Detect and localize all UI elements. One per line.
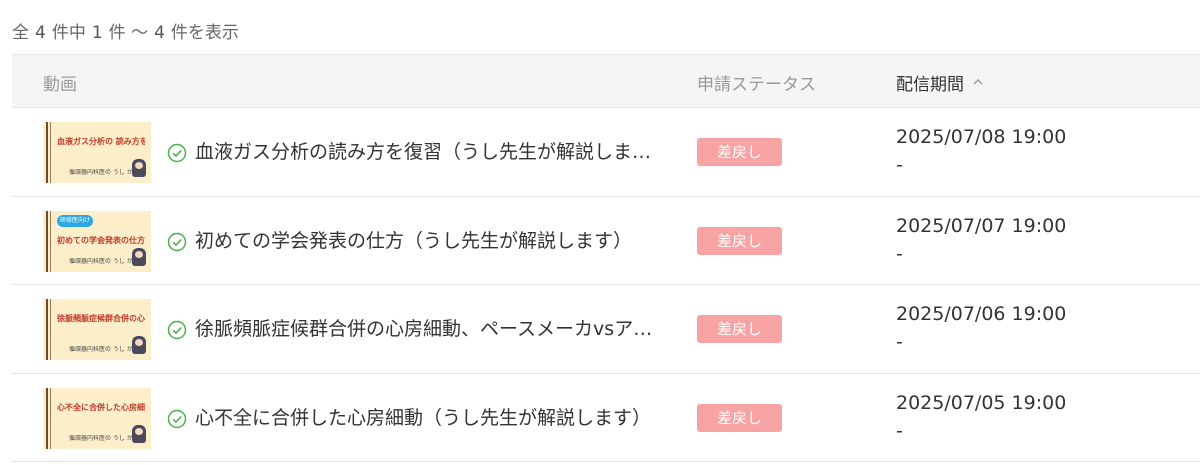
check-circle-icon	[167, 143, 187, 163]
period-start: 2025/07/06 19:00	[896, 303, 1067, 325]
thumbnail-title: 血液ガス分析の 読み方を復習	[57, 137, 145, 146]
status-badge: 差戻し	[697, 315, 782, 343]
thumbnail-title: 徐脈頻脈症候群合併の心房細動 ペースメーカvsアブレーション	[57, 314, 145, 323]
period-start: 2025/07/08 19:00	[896, 126, 1067, 148]
thumbnail-stripe	[46, 210, 48, 272]
thumbnail-caption: 循環器内科医の うし が解説します	[69, 346, 133, 353]
character-icon	[132, 159, 146, 177]
status-badge: 差戻し	[697, 226, 782, 255]
table-body: 血液ガス分析の 読み方を復習 循環器内科医の うし が解説します 血液ガス分析の…	[12, 108, 1200, 462]
summary-from: 1	[91, 23, 103, 43]
thumbnail-stripe	[50, 299, 51, 360]
thumbnail-caption: 循環器内科医の うし が解説します	[69, 169, 133, 176]
table-header: 動画 申請ステータス 配信期間	[12, 54, 1200, 108]
chevron-up-icon	[973, 79, 983, 85]
period-start: 2025/07/05 19:00	[896, 391, 1067, 414]
check-circle-icon	[167, 320, 187, 340]
video-thumbnail[interactable]: 研修医向け 初めての学会発表の仕方 循環器内科医の うし が解説します	[43, 210, 151, 272]
header-status: 申請ステータス	[697, 74, 816, 95]
thumbnail-stripe	[46, 122, 48, 183]
thumbnail-title: 初めての学会発表の仕方	[57, 235, 145, 245]
video-title-link[interactable]: 心不全に合併した心房細動（うし先生が解説します）	[195, 404, 655, 432]
thumbnail-title: 心不全に合併した心房細動 ベラパミルは本当にダメ?	[57, 402, 145, 412]
character-icon	[132, 424, 146, 443]
summary-to: 4	[154, 23, 165, 43]
table-row[interactable]: 徐脈頻脈症候群合併の心房細動 ペースメーカvsアブレーション 循環器内科医の う…	[12, 285, 1200, 374]
summary-total: 4	[35, 23, 46, 43]
period-start: 2025/07/07 19:00	[896, 214, 1067, 237]
summary-middle: 件中	[51, 23, 86, 43]
video-title-link[interactable]: 血液ガス分析の読み方を復習（うし先生が解説します）	[195, 138, 655, 166]
header-period-sort[interactable]: 配信期間	[896, 55, 984, 109]
video-thumbnail[interactable]: 血液ガス分析の 読み方を復習 循環器内科医の うし が解説します	[43, 122, 151, 183]
thumbnail-badge: 研修医向け	[57, 214, 93, 227]
thumbnail-stripe	[50, 122, 51, 183]
thumbnail-stripe	[46, 299, 48, 360]
summary-range-sep: 件 ～	[108, 23, 149, 43]
status-badge: 差戻し	[697, 138, 782, 166]
thumbnail-stripe	[50, 387, 51, 449]
period-end: -	[896, 331, 903, 353]
video-title-link[interactable]: 初めての学会発表の仕方（うし先生が解説します）	[195, 227, 655, 255]
header-period-label: 配信期間	[896, 74, 964, 95]
result-summary: 全 4 件中 1 件 ～ 4 件を表示	[12, 18, 239, 44]
table-row[interactable]: 心不全に合併した心房細動 ベラパミルは本当にダメ? 循環器内科医の うし が解説…	[12, 374, 1200, 462]
table-row[interactable]: 研修医向け 初めての学会発表の仕方 循環器内科医の うし が解説します 初めての…	[12, 197, 1200, 285]
header-video: 動画	[43, 74, 77, 95]
thumbnail-caption: 循環器内科医の うし が解説します	[69, 434, 133, 442]
character-icon	[132, 247, 146, 266]
check-circle-icon	[167, 232, 187, 251]
period-end: -	[896, 419, 903, 442]
period-end: -	[896, 242, 903, 265]
video-thumbnail[interactable]: 徐脈頻脈症候群合併の心房細動 ペースメーカvsアブレーション 循環器内科医の う…	[43, 299, 151, 360]
table-row[interactable]: 血液ガス分析の 読み方を復習 循環器内科医の うし が解説します 血液ガス分析の…	[12, 108, 1200, 197]
period-end: -	[896, 154, 903, 176]
thumbnail-stripe	[46, 387, 48, 449]
check-circle-icon	[167, 409, 187, 428]
status-badge: 差戻し	[697, 403, 782, 432]
thumbnail-caption: 循環器内科医の うし が解説します	[69, 257, 133, 265]
summary-prefix: 全	[12, 23, 29, 43]
character-icon	[132, 336, 146, 354]
thumbnail-stripe	[50, 210, 51, 272]
video-thumbnail[interactable]: 心不全に合併した心房細動 ベラパミルは本当にダメ? 循環器内科医の うし が解説…	[43, 387, 151, 449]
video-title-link[interactable]: 徐脈頻脈症候群合併の心房細動、ペースメーカvsア…	[195, 315, 655, 343]
summary-suffix: 件を表示	[170, 23, 239, 43]
video-table: 動画 申請ステータス 配信期間 血液ガス分析の 読み方を復習 循環器内科医の う…	[12, 54, 1200, 462]
